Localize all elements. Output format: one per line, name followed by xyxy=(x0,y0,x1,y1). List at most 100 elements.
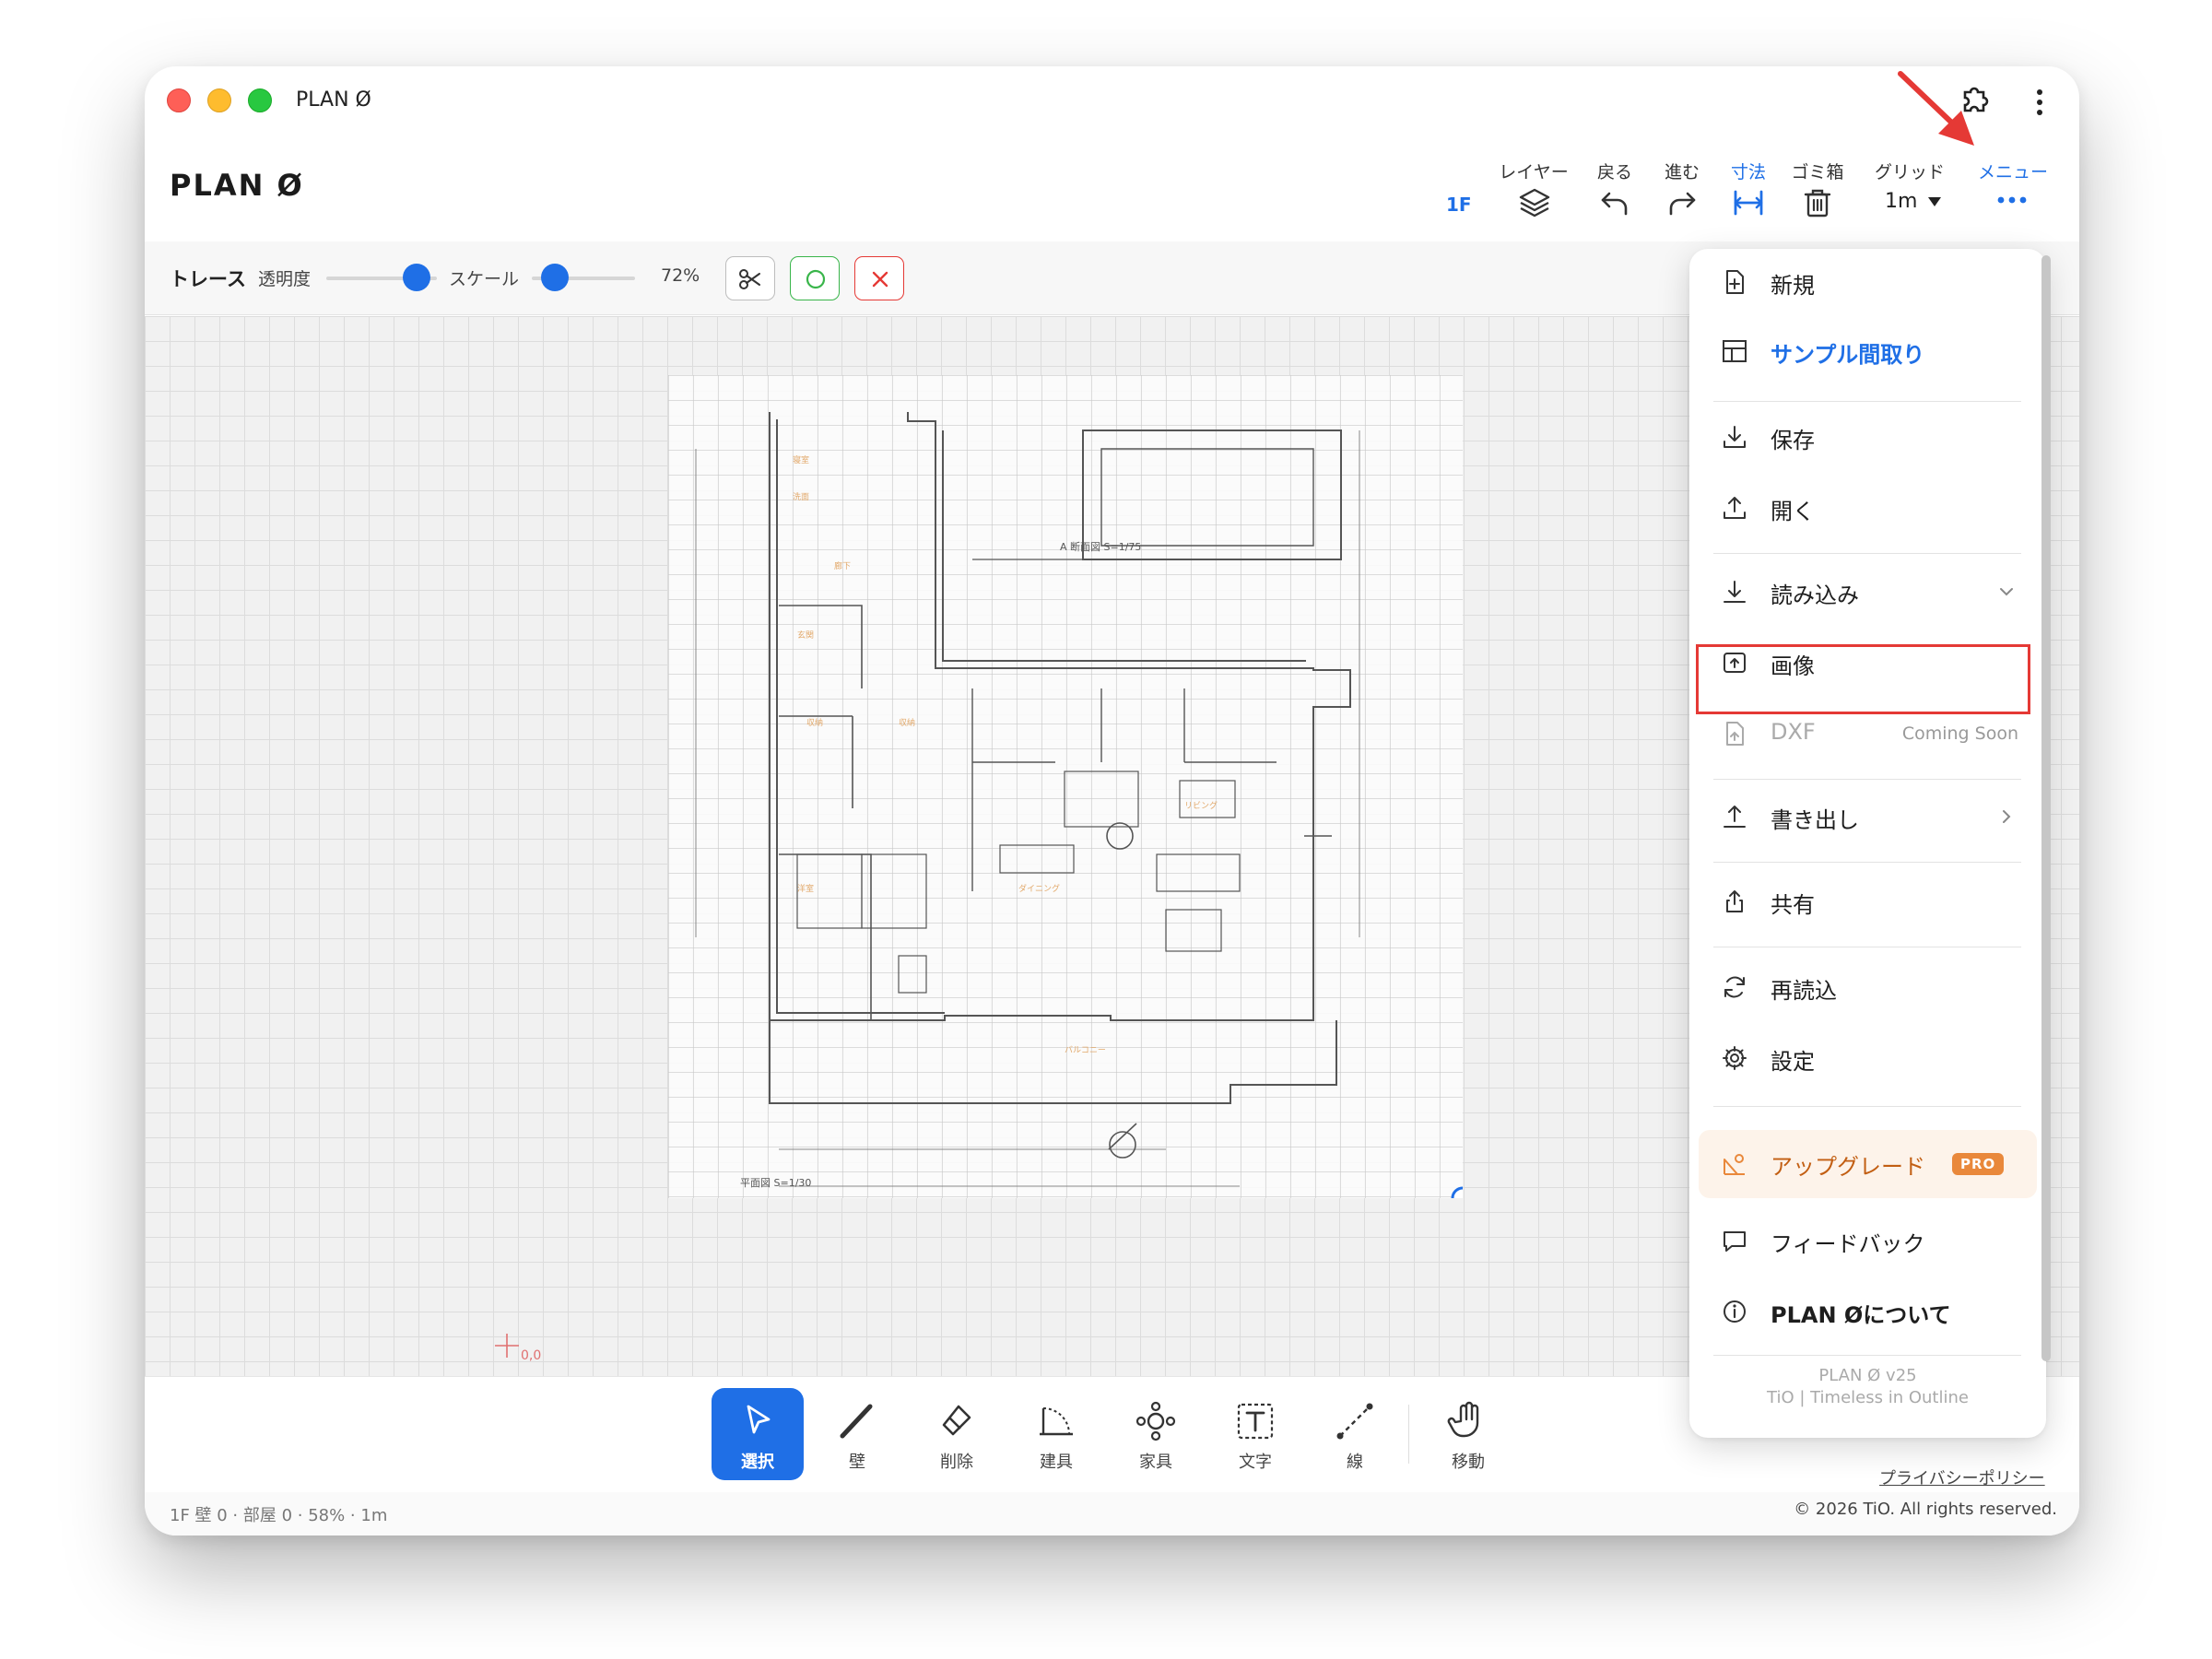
status-text: 1F 壁 0 · 部屋 0 · 58% · 1m xyxy=(170,1506,388,1525)
menu-item-import[interactable]: 読み込み xyxy=(1689,559,2046,623)
svg-text:収納: 収納 xyxy=(899,717,915,728)
menu-item-export[interactable]: 書き出し xyxy=(1689,783,2046,848)
menu-divider xyxy=(1713,779,2021,780)
hand-icon xyxy=(1447,1401,1479,1438)
svg-text:寝室: 寝室 xyxy=(793,454,809,465)
toolbar-divider xyxy=(1408,1405,1409,1464)
scale-slider-thumb[interactable] xyxy=(541,264,569,291)
plan-caption: 平面図 S=1/30 xyxy=(740,1177,811,1189)
menu-divider xyxy=(1713,1355,2021,1356)
floorplan-icon xyxy=(1723,340,1747,362)
coming-soon-label: Coming Soon xyxy=(1901,724,2018,744)
maximize-window-button[interactable] xyxy=(248,88,272,112)
new-file-icon xyxy=(1726,270,1744,294)
more-icon[interactable] xyxy=(1995,192,2029,209)
menu-divider xyxy=(1713,1106,2021,1107)
tool-furniture[interactable]: 家具 xyxy=(1110,1388,1202,1480)
tool-furniture-label: 家具 xyxy=(1139,1453,1172,1472)
svg-text:玄関: 玄関 xyxy=(797,629,814,641)
tool-text-label: 文字 xyxy=(1239,1453,1272,1472)
undo-icon[interactable] xyxy=(1598,186,1631,223)
menu-item-feedback-label: フィードバック xyxy=(1771,1231,1925,1257)
menu-item-about[interactable]: PLAN Øについて xyxy=(1689,1278,2046,1343)
menu-divider xyxy=(1713,553,2021,554)
wall-pen-icon xyxy=(840,1404,873,1439)
dimension-icon[interactable] xyxy=(1732,186,1765,223)
version-text: PLAN Ø v25 xyxy=(1818,1366,1917,1385)
redo-icon[interactable] xyxy=(1665,186,1699,223)
floorplan-drawing: 寝室洗面 廊下玄関 収納 収納 洋室 ダイニング リビングバルコニー A 断面図 S… xyxy=(695,412,1475,1210)
tool-line[interactable]: 線 xyxy=(1309,1388,1401,1480)
tool-line-label: 線 xyxy=(1347,1453,1363,1472)
select-cursor-icon xyxy=(747,1405,771,1434)
furniture-icon xyxy=(1135,1401,1176,1441)
menu-item-sample-label: サンプル間取り xyxy=(1771,342,1925,368)
copyright: © 2026 TiO. All rights reserved. xyxy=(1794,1500,2057,1519)
tool-door[interactable]: 建具 xyxy=(1010,1388,1102,1480)
menu-item-reload[interactable]: 再読込 xyxy=(1689,954,2046,1018)
menu-item-open[interactable]: 開く xyxy=(1689,475,2046,539)
tool-delete[interactable]: 削除 xyxy=(911,1388,1003,1480)
menu-item-feedback[interactable]: フィードバック xyxy=(1689,1207,2046,1272)
menu-item-upgrade[interactable]: アップグレード PRO xyxy=(1699,1130,2037,1198)
trace-image[interactable]: 寝室 洗面 廊下 玄関 収納 収納 洋室 ダイニング リビング バルコニー A 断面図 S… xyxy=(668,375,1475,1210)
undo-label: 戻る xyxy=(1596,162,1632,182)
tool-wall[interactable]: 壁 xyxy=(811,1388,903,1480)
line-icon xyxy=(1336,1403,1373,1440)
menu-item-share[interactable]: 共有 xyxy=(1689,868,2046,933)
circle-icon xyxy=(806,269,826,289)
menu-scrollbar[interactable] xyxy=(2041,255,2051,1361)
dxf-file-icon xyxy=(1726,722,1744,746)
title-bar: PLAN Ø xyxy=(145,66,2079,131)
grid-label: グリッド xyxy=(1874,162,1945,182)
door-icon xyxy=(1040,1407,1073,1436)
privacy-link[interactable]: プライバシーポリシー xyxy=(1879,1465,2045,1489)
trash-icon[interactable] xyxy=(1801,186,1834,223)
confirm-button[interactable] xyxy=(790,256,840,300)
app-window: PLAN Ø PLAN Ø 1F レイヤー 戻る 進む 寸法 ゴミ箱 グリッド … xyxy=(145,66,2079,1535)
origin-label: 0,0 xyxy=(521,1348,542,1363)
text-icon xyxy=(1237,1403,1274,1440)
cancel-button[interactable] xyxy=(854,256,904,300)
menu-item-settings[interactable]: 設定 xyxy=(1689,1025,2046,1089)
opacity-label: 透明度 xyxy=(258,269,312,289)
window-more-icon[interactable] xyxy=(2034,88,2045,120)
upgrade-icon xyxy=(1724,1154,1745,1175)
menu-item-new[interactable]: 新規 xyxy=(1689,249,2046,313)
layer-label: レイヤー xyxy=(1499,162,1569,182)
app-title: PLAN Ø xyxy=(170,168,304,203)
menu-item-import-label: 読み込み xyxy=(1771,582,1859,608)
menu-item-reload-label: 再読込 xyxy=(1771,978,1837,1004)
crop-button[interactable] xyxy=(725,256,775,300)
menu-divider xyxy=(1713,401,2021,402)
menu-item-sample[interactable]: サンプル間取り xyxy=(1689,318,2046,382)
menu-item-about-label: PLAN Øについて xyxy=(1771,1302,1951,1328)
menu-item-dxf-label: DXF xyxy=(1771,719,1816,745)
share-icon xyxy=(1726,890,1743,912)
menu-item-export-label: 書き出し xyxy=(1771,807,1859,833)
svg-text:リビング: リビング xyxy=(1184,800,1218,811)
tool-move-label: 移動 xyxy=(1452,1453,1485,1472)
layers-icon[interactable] xyxy=(1518,186,1551,223)
tool-move[interactable]: 移動 xyxy=(1422,1388,1514,1480)
main-menu: 新規 サンプル間取り 保存 開く 読み込み 画像 DXF Coming Soon… xyxy=(1689,249,2046,1438)
export-icon xyxy=(1724,806,1746,828)
menu-item-open-label: 開く xyxy=(1771,499,1815,524)
section-caption: A 断面図 S=1/75 xyxy=(1060,540,1141,553)
extension-icon[interactable] xyxy=(1958,83,1991,120)
opacity-slider-thumb[interactable] xyxy=(403,264,430,291)
upload-icon xyxy=(1724,497,1746,519)
close-window-button[interactable] xyxy=(167,88,191,112)
tool-text[interactable]: 文字 xyxy=(1209,1388,1301,1480)
trash-label: ゴミ箱 xyxy=(1791,162,1844,182)
menu-item-upgrade-label: アップグレード xyxy=(1771,1154,1925,1180)
tool-select[interactable]: 選択 xyxy=(712,1388,804,1480)
grid-select[interactable]: 1m xyxy=(1885,190,1942,213)
dimension-label: 寸法 xyxy=(1730,162,1766,182)
chevron-down-icon xyxy=(2000,588,2013,596)
floor-selector[interactable]: 1F xyxy=(1446,194,1472,216)
menu-item-save[interactable]: 保存 xyxy=(1689,404,2046,468)
window-title: PLAN Ø xyxy=(296,88,371,112)
trace-title: トレース xyxy=(170,268,246,290)
minimize-window-button[interactable] xyxy=(207,88,231,112)
